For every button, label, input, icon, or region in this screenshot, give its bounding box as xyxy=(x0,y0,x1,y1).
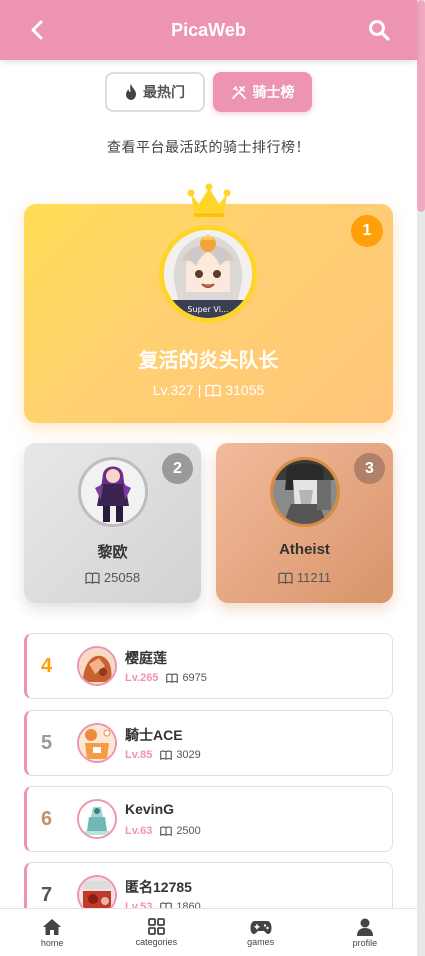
top-bar: PicaWeb xyxy=(0,0,417,60)
row-stats: Lv.265 6975 xyxy=(125,672,207,684)
gamepad-icon xyxy=(250,920,272,934)
stats-separator: | xyxy=(197,382,202,398)
back-button[interactable] xyxy=(24,17,50,43)
row-rank: 6 xyxy=(41,807,53,830)
rank-badge: 1 xyxy=(351,215,383,247)
book-icon xyxy=(166,673,179,683)
app-title: PicaWeb xyxy=(171,19,246,40)
avatar xyxy=(77,646,117,686)
second-place-name: 黎欧 xyxy=(97,544,128,561)
avatar-caption: Super Vi... xyxy=(187,305,228,314)
row-rank: 4 xyxy=(41,654,53,677)
avatar-image xyxy=(79,801,115,837)
second-place-card[interactable]: 2 黎欧 25058 xyxy=(24,443,201,603)
ranking-row[interactable]: 6 KevinG Lv.63 2500 xyxy=(24,786,393,852)
rank-badge: 3 xyxy=(354,453,385,484)
level-text: Lv.327 xyxy=(152,382,194,398)
row-stats: Lv.63 2500 xyxy=(125,825,201,837)
comics-count: 3029 xyxy=(176,749,201,761)
nav-home-label: home xyxy=(40,937,64,948)
nav-categories[interactable]: categories xyxy=(104,909,208,956)
row-stats: Lv.85 3029 xyxy=(125,749,201,761)
avatar: Super Vi... xyxy=(159,225,257,323)
rank-badge: 2 xyxy=(162,453,193,484)
tab-hottest-label: 最热门 xyxy=(143,84,185,100)
tab-knight-ranking[interactable]: 骑士榜 xyxy=(213,72,312,112)
comics-count: 31055 xyxy=(225,382,265,398)
comics-count: 2500 xyxy=(176,825,201,837)
avatar xyxy=(77,723,117,763)
nav-home[interactable]: home xyxy=(0,909,104,956)
nav-games[interactable]: games xyxy=(209,909,313,956)
third-place-stats: 11211 xyxy=(216,570,393,585)
book-icon xyxy=(205,384,221,397)
row-name: KevinG xyxy=(125,801,175,817)
row-name: 樱庭莲 xyxy=(125,650,167,666)
ranking-row[interactable]: 5 騎士ACE Lv.85 3029 xyxy=(24,710,393,776)
user-icon xyxy=(356,918,373,936)
nav-categories-label: categories xyxy=(135,937,178,947)
avatar-image xyxy=(273,460,337,524)
avatar-image xyxy=(79,725,115,761)
first-place-name: 复活的炎头队长 xyxy=(138,350,279,372)
row-name: 匿名12785 xyxy=(125,879,192,895)
search-button[interactable] xyxy=(366,17,392,43)
tab-hottest[interactable]: 最热门 xyxy=(105,72,205,112)
scrollbar-thumb[interactable] xyxy=(417,0,425,212)
crown-icon xyxy=(187,183,231,217)
ranking-tabs: 最热门 骑士榜 xyxy=(0,72,417,112)
avatar xyxy=(78,457,148,527)
book-icon xyxy=(160,826,173,836)
tab-knight-label: 骑士榜 xyxy=(252,84,295,100)
comics-count: 6975 xyxy=(182,672,207,684)
bottom-navigation: home categories games profile xyxy=(0,908,417,956)
ranking-row[interactable]: 4 樱庭莲 Lv.265 6975 xyxy=(24,633,393,699)
chevron-left-icon xyxy=(31,20,43,40)
comics-count: 25058 xyxy=(103,570,141,585)
third-place-name: Atheist xyxy=(279,541,330,558)
first-place-stats: Lv.327 | 31055 xyxy=(24,382,393,398)
level-text: Lv.85 xyxy=(125,749,153,761)
avatar-image xyxy=(81,460,145,524)
page-subtitle: 查看平台最活跃的骑士排行榜！ xyxy=(107,139,310,155)
second-place-stats: 25058 xyxy=(24,570,201,585)
comics-count: 11211 xyxy=(296,570,332,585)
avatar xyxy=(77,799,117,839)
level-text: Lv.265 xyxy=(125,672,159,684)
nav-profile-label: profile xyxy=(352,937,378,948)
nav-games-label: games xyxy=(247,936,275,947)
home-icon xyxy=(43,918,62,935)
book-icon xyxy=(85,572,100,584)
fire-icon xyxy=(126,84,136,100)
search-icon xyxy=(369,20,390,41)
nav-profile[interactable]: profile xyxy=(313,909,417,956)
row-rank: 5 xyxy=(41,731,53,754)
app-root: PicaWeb 最热门 骑士榜 查看平台最活跃的骑士排行榜！ 1 Super V… xyxy=(0,0,425,956)
book-icon xyxy=(278,572,293,584)
row-name: 騎士ACE xyxy=(125,727,183,743)
level-text: Lv.63 xyxy=(125,825,153,837)
knight-icon xyxy=(231,86,246,99)
grid-icon xyxy=(147,918,165,935)
avatar-image: Super Vi... xyxy=(164,230,252,318)
third-place-card[interactable]: 3 Atheist 11211 xyxy=(216,443,393,603)
first-place-card[interactable]: 1 Super Vi... 复活的炎头队长 Lv.327 | 31055 xyxy=(24,204,393,423)
book-icon xyxy=(160,750,173,760)
avatar xyxy=(270,457,340,527)
avatar-image xyxy=(79,648,115,684)
